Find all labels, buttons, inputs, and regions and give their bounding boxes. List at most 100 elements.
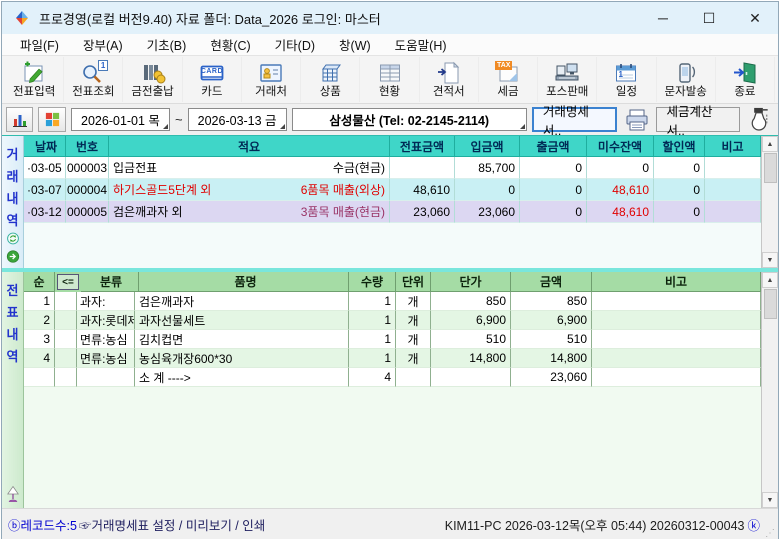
desc-right: 수금(현금) bbox=[333, 159, 385, 176]
toolbar-exit[interactable]: 종료 bbox=[716, 57, 775, 102]
toolbar-voucher-entry[interactable]: 전표입력 bbox=[5, 57, 64, 102]
col-withdrawal[interactable]: 출금액 bbox=[520, 136, 587, 157]
cell-note bbox=[592, 330, 761, 349]
lamp-icon[interactable] bbox=[4, 485, 22, 503]
col-seq[interactable]: 순 bbox=[24, 272, 55, 292]
toolbar-voucher-search[interactable]: 1 전표조회 bbox=[64, 57, 123, 102]
app-window: 프로경영(로컬 버전9.40) 자료 폴더: Data_2026 로그인: 마스… bbox=[1, 1, 779, 539]
tab-char: 표 bbox=[7, 302, 19, 324]
col-note[interactable]: 비고 bbox=[592, 272, 761, 292]
cell-amount: 14,800 bbox=[511, 349, 592, 368]
scroll-up-icon[interactable]: ▲ bbox=[762, 136, 778, 152]
toolbar-sms[interactable]: 문자발송 bbox=[657, 57, 716, 102]
cell-note bbox=[705, 201, 761, 223]
go-icon[interactable] bbox=[4, 250, 22, 263]
list-item[interactable]: 3 면류:농심 김치컵면 1 개 510 510 bbox=[24, 330, 761, 349]
col-discount[interactable]: 할인액 bbox=[654, 136, 705, 157]
menu-basic[interactable]: 기초(B) bbox=[135, 35, 199, 54]
cell-note bbox=[592, 292, 761, 311]
list-item[interactable]: 4 면류:농심 농심육개장600*30 1 개 14,800 14,800 bbox=[24, 349, 761, 368]
table-row[interactable]: ·03-05 000003 입금전표 수금(현금) 85,700 0 0 0 bbox=[24, 157, 761, 179]
cell-unit-price: 14,800 bbox=[431, 349, 511, 368]
scroll-thumb[interactable] bbox=[764, 289, 777, 319]
list-item[interactable]: 2 과자:롯데제과 과자선물세트 1 개 6,900 6,900 bbox=[24, 311, 761, 330]
minimize-button[interactable]: ─ bbox=[640, 2, 686, 34]
upper-scrollbar[interactable]: ▲ ▼ bbox=[761, 136, 778, 268]
menu-help[interactable]: 도움말(H) bbox=[383, 35, 459, 54]
toolbar-tax[interactable]: TAX 세금 bbox=[479, 57, 538, 102]
cell-amount: 510 bbox=[511, 330, 592, 349]
table-row[interactable]: ·03-07 000004 하기스골드5단계 외 6품목 매출(외상) 48,6… bbox=[24, 179, 761, 201]
toolbar-label: 금전출납 bbox=[131, 86, 173, 99]
col-unit-price[interactable]: 단가 bbox=[431, 272, 511, 292]
scroll-down-icon[interactable]: ▼ bbox=[762, 492, 778, 508]
toolbar-card[interactable]: CARD 카드 bbox=[183, 57, 242, 102]
col-number[interactable]: 번호 bbox=[66, 136, 109, 157]
subtotal-label: 소 계 ----> bbox=[135, 368, 349, 387]
desc-left: 하기스골드5단계 외 bbox=[113, 181, 211, 198]
windows-logo-icon bbox=[44, 111, 61, 128]
cell-arrow bbox=[55, 292, 77, 311]
voucher-items-tab: 전 표 내 역 bbox=[2, 272, 24, 508]
col-date[interactable]: 날짜 bbox=[24, 136, 66, 157]
tax-invoice-button[interactable]: 세금계산서.. bbox=[656, 107, 739, 132]
toolbar-cashbook[interactable]: 금전출납 bbox=[123, 57, 182, 102]
chart-button[interactable] bbox=[6, 107, 33, 132]
col-unit[interactable]: 단위 bbox=[396, 272, 431, 292]
status-badge: ⓚ bbox=[747, 515, 760, 534]
menu-etc[interactable]: 기타(D) bbox=[263, 35, 327, 54]
cell-date: ·03-12 bbox=[24, 201, 66, 223]
scroll-thumb[interactable] bbox=[764, 153, 777, 183]
date-from-field[interactable]: 2026-01-01 목 bbox=[71, 108, 170, 131]
list-item[interactable]: 1 과자: 검은깨과자 1 개 850 850 bbox=[24, 292, 761, 311]
toolbar-schedule[interactable]: 1 일정 bbox=[597, 57, 656, 102]
tab-char: 내 bbox=[7, 324, 19, 346]
col-note[interactable]: 비고 bbox=[705, 136, 761, 157]
cell-receivable: 48,610 bbox=[587, 179, 654, 201]
lower-scrollbar[interactable]: ▲ ▼ bbox=[761, 272, 778, 508]
col-deposit[interactable]: 입금액 bbox=[455, 136, 520, 157]
title-bar: 프로경영(로컬 버전9.40) 자료 폴더: Data_2026 로그인: 마스… bbox=[2, 2, 778, 34]
col-item-name[interactable]: 품명 bbox=[139, 272, 349, 292]
statement-hint-links[interactable]: ☞거래명세표 설정 / 미리보기 / 인쇄 bbox=[79, 515, 265, 534]
tab-char: 전 bbox=[7, 280, 19, 302]
toolbar-product[interactable]: 상품 bbox=[301, 57, 360, 102]
cell-withdrawal: 0 bbox=[520, 157, 587, 179]
menu-status[interactable]: 현황(C) bbox=[198, 35, 262, 54]
toolbar-client[interactable]: 거래처 bbox=[242, 57, 301, 102]
scroll-up-icon[interactable]: ▲ bbox=[762, 272, 778, 288]
menu-ledger[interactable]: 장부(A) bbox=[71, 35, 135, 54]
toolbar-quotation[interactable]: 견적서 bbox=[420, 57, 479, 102]
tab-char: 역 bbox=[7, 210, 19, 232]
table-row[interactable]: ·03-12 000005 검은깨과자 외 3품목 매출(현금) 23,060 … bbox=[24, 201, 761, 223]
voucher-items-table: 순 <= 분류 품명 수량 단위 단가 금액 비고 1 과자: 검은깨과자 1 … bbox=[24, 272, 761, 508]
statement-button[interactable]: 거래명세서.. bbox=[532, 107, 617, 132]
voucher-items-header: 순 <= 분류 품명 수량 단위 단가 금액 비고 bbox=[24, 272, 761, 292]
cell-number: 000004 bbox=[66, 179, 109, 201]
refresh-icon[interactable] bbox=[4, 232, 22, 245]
toolbar-pos[interactable]: 포스판매 bbox=[538, 57, 597, 102]
collapse-button[interactable]: <= bbox=[57, 274, 79, 290]
tax-icon: TAX bbox=[494, 60, 522, 86]
col-description[interactable]: 적요 bbox=[109, 136, 390, 157]
toolbar-status[interactable]: 현황 bbox=[360, 57, 419, 102]
col-category[interactable]: 분류 bbox=[81, 272, 139, 292]
close-button[interactable]: ✕ bbox=[732, 2, 778, 34]
menu-window[interactable]: 창(W) bbox=[327, 35, 383, 54]
spray-button[interactable] bbox=[745, 107, 774, 133]
customer-field[interactable]: 삼성물산 (Tel: 02-2145-2114) bbox=[292, 108, 527, 131]
cell-date: ·03-05 bbox=[24, 157, 66, 179]
windows-button[interactable] bbox=[38, 107, 65, 132]
col-receivable[interactable]: 미수잔액 bbox=[587, 136, 654, 157]
cell-description: 하기스골드5단계 외 6품목 매출(외상) bbox=[109, 179, 390, 201]
menu-file[interactable]: 파일(F) bbox=[8, 35, 71, 54]
scroll-down-icon[interactable]: ▼ bbox=[762, 252, 778, 268]
resize-grip[interactable]: ⋰ bbox=[762, 509, 774, 539]
col-amount[interactable]: 금액 bbox=[511, 272, 592, 292]
print-button[interactable] bbox=[622, 107, 651, 133]
maximize-button[interactable]: ☐ bbox=[686, 2, 732, 34]
col-quantity[interactable]: 수량 bbox=[349, 272, 396, 292]
date-to-field[interactable]: 2026-03-13 금 bbox=[188, 108, 287, 131]
cell-discount: 0 bbox=[654, 157, 705, 179]
col-voucher-amount[interactable]: 전표금액 bbox=[390, 136, 455, 157]
